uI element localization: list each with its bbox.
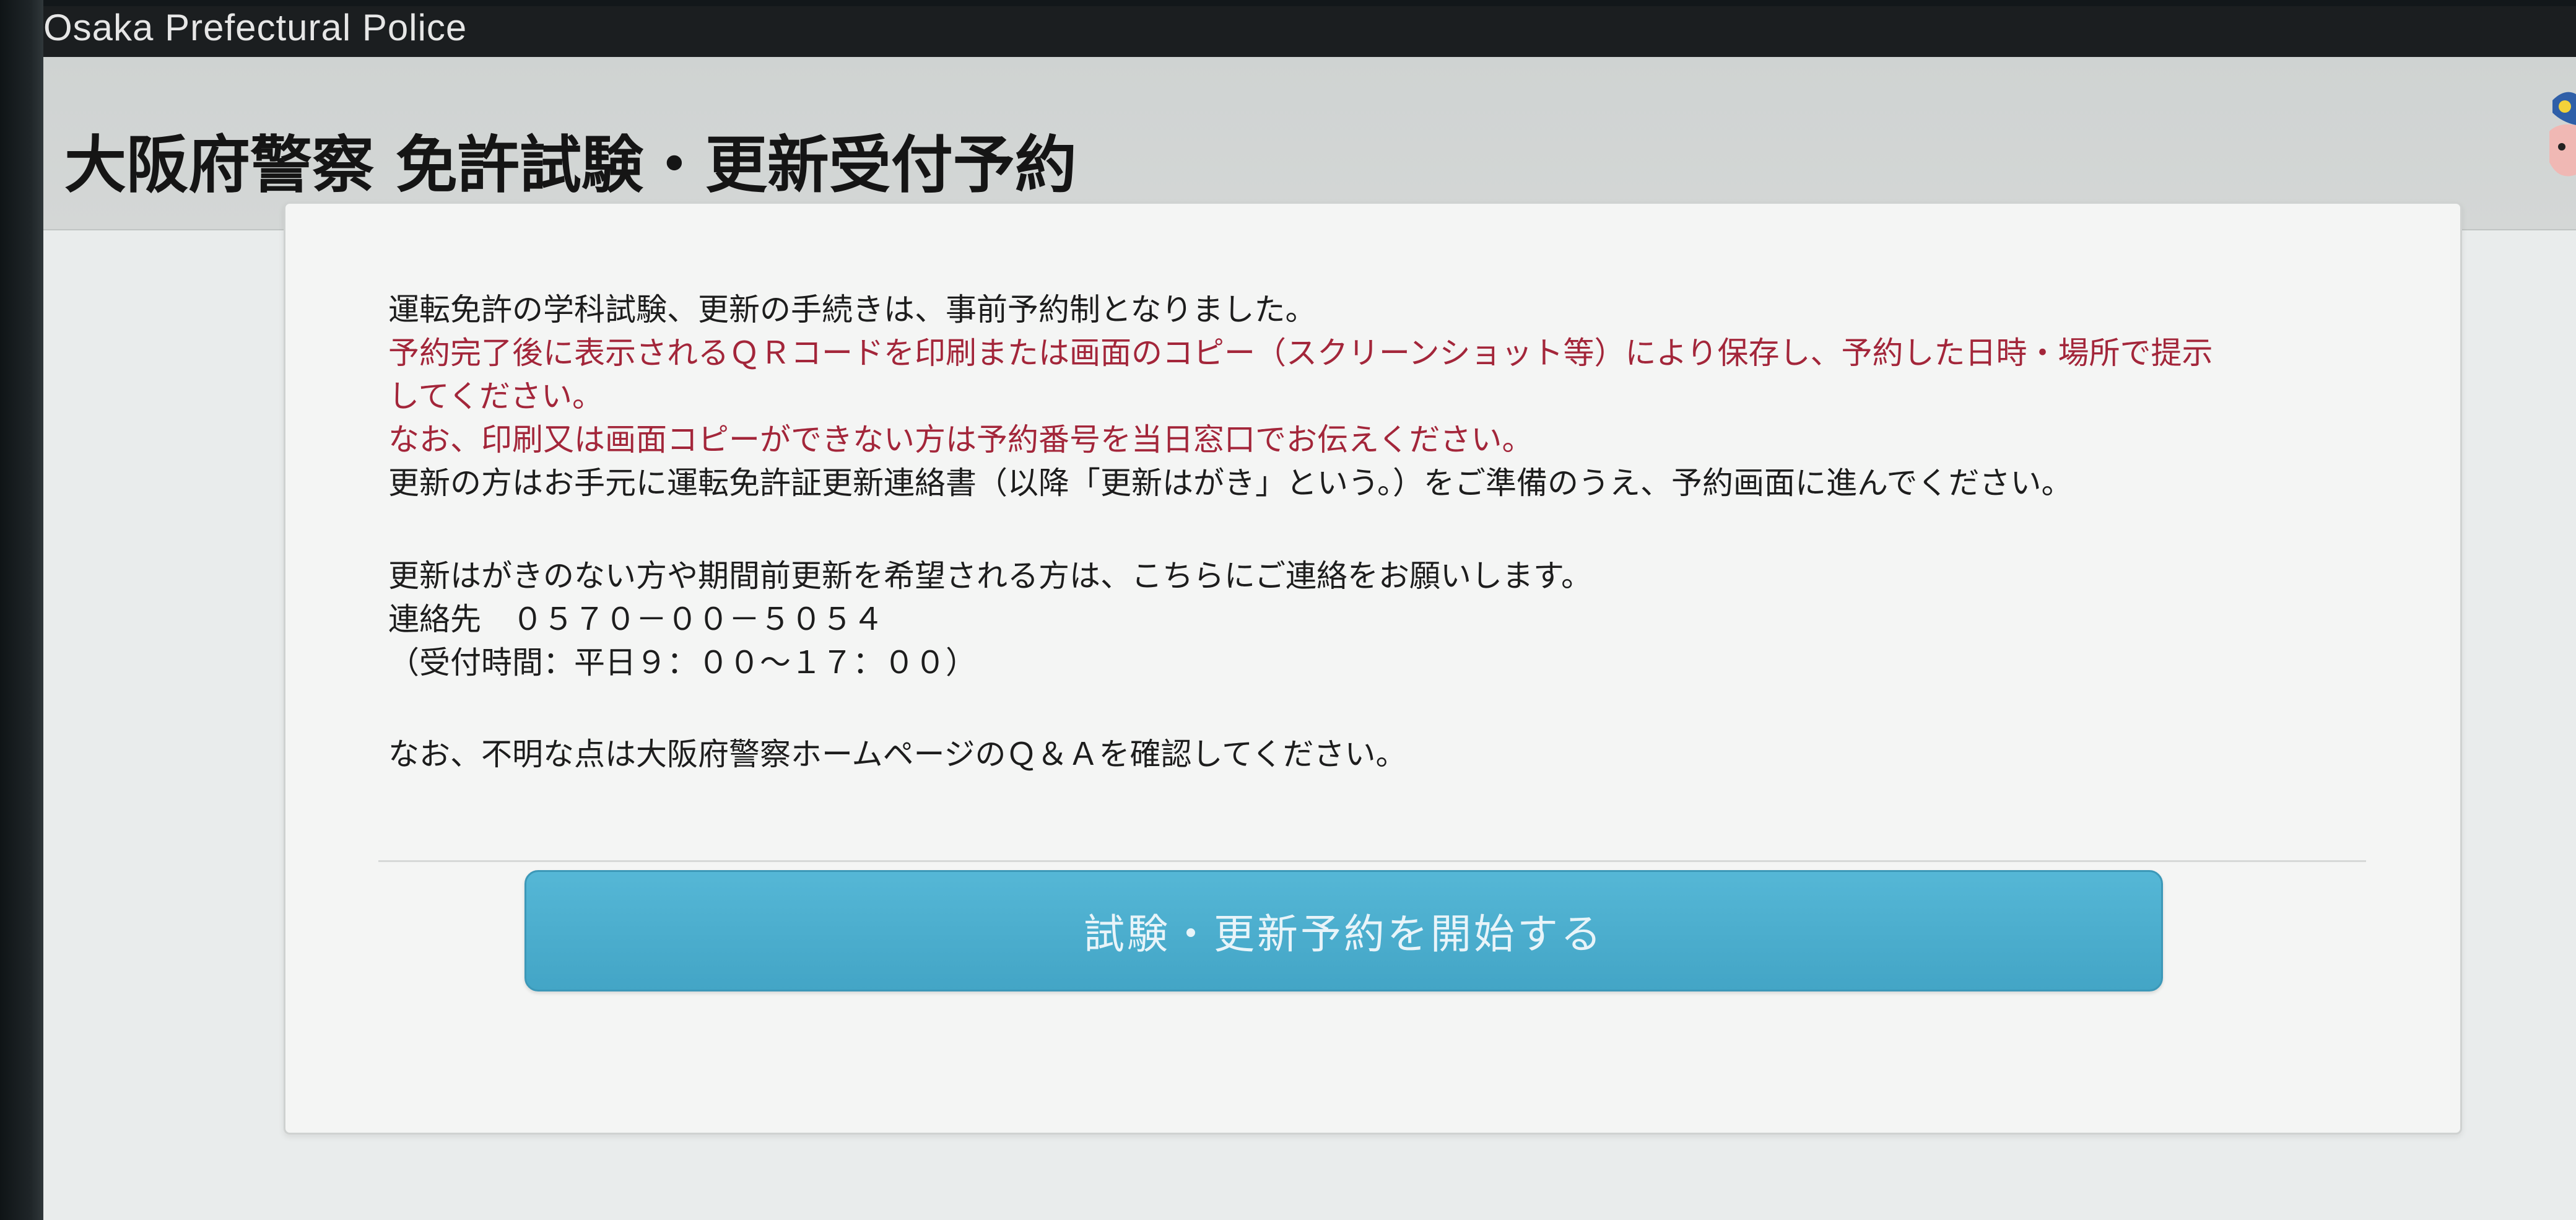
notice-line-faq: なお、不明な点は大阪府警察ホームページのＱ＆Ａを確認してください。 xyxy=(388,736,1407,772)
start-reservation-button[interactable]: 試験・更新予約を開始する xyxy=(524,870,2163,991)
monitor-bezel-left xyxy=(0,0,43,1220)
reservation-notice-panel: 運転免許の学科試験、更新の手続きは、事前予約制となりました。 予約完了後に表示さ… xyxy=(284,202,2462,1135)
brand-bar: Osaka Prefectural Police xyxy=(43,6,2576,57)
brand-name: Osaka Prefectural Police xyxy=(43,7,468,48)
contact-hours: （受付時間：平日９：００～１７：００） xyxy=(388,645,977,681)
divider xyxy=(378,860,2366,862)
notice-line-renewal-postcard: 更新の方はお手元に運転免許証更新連絡書（以降「更新はがき」という。）をご準備のう… xyxy=(388,465,2073,501)
browser-page: Osaka Prefectural Police 大阪府警察 免許試験・更新受付… xyxy=(43,6,2576,1220)
notice-line-reservation-number: なお、印刷又は画面コピーができない方は予約番号を当日窓口でお伝えください。 xyxy=(388,422,1533,458)
notice-line-qr-code-continued: してください。 xyxy=(388,378,603,414)
start-reservation-button-label: 試験・更新予約を開始する xyxy=(1084,910,1604,958)
notice-line-reservation-system: 運転免許の学科試験、更新の手続きは、事前予約制となりました。 xyxy=(388,292,1316,328)
contact-phone: 連絡先 ０５７０－００－５０５４ xyxy=(388,601,884,637)
notice-text: 運転免許の学科試験、更新の手続きは、事前予約制となりました。 予約完了後に表示さ… xyxy=(388,288,2407,776)
mascot-icon xyxy=(2540,88,2576,193)
notice-line-contact-request: 更新はがきのない方や期間前更新を希望される方は、こちらにご連絡をお願いします。 xyxy=(388,558,1592,594)
page-title: 大阪府警察 免許試験・更新受付予約 xyxy=(64,129,1077,201)
notice-line-qr-code: 予約完了後に表示されるＱＲコードを印刷または画面のコピー（スクリーンショット等）… xyxy=(388,335,2213,371)
